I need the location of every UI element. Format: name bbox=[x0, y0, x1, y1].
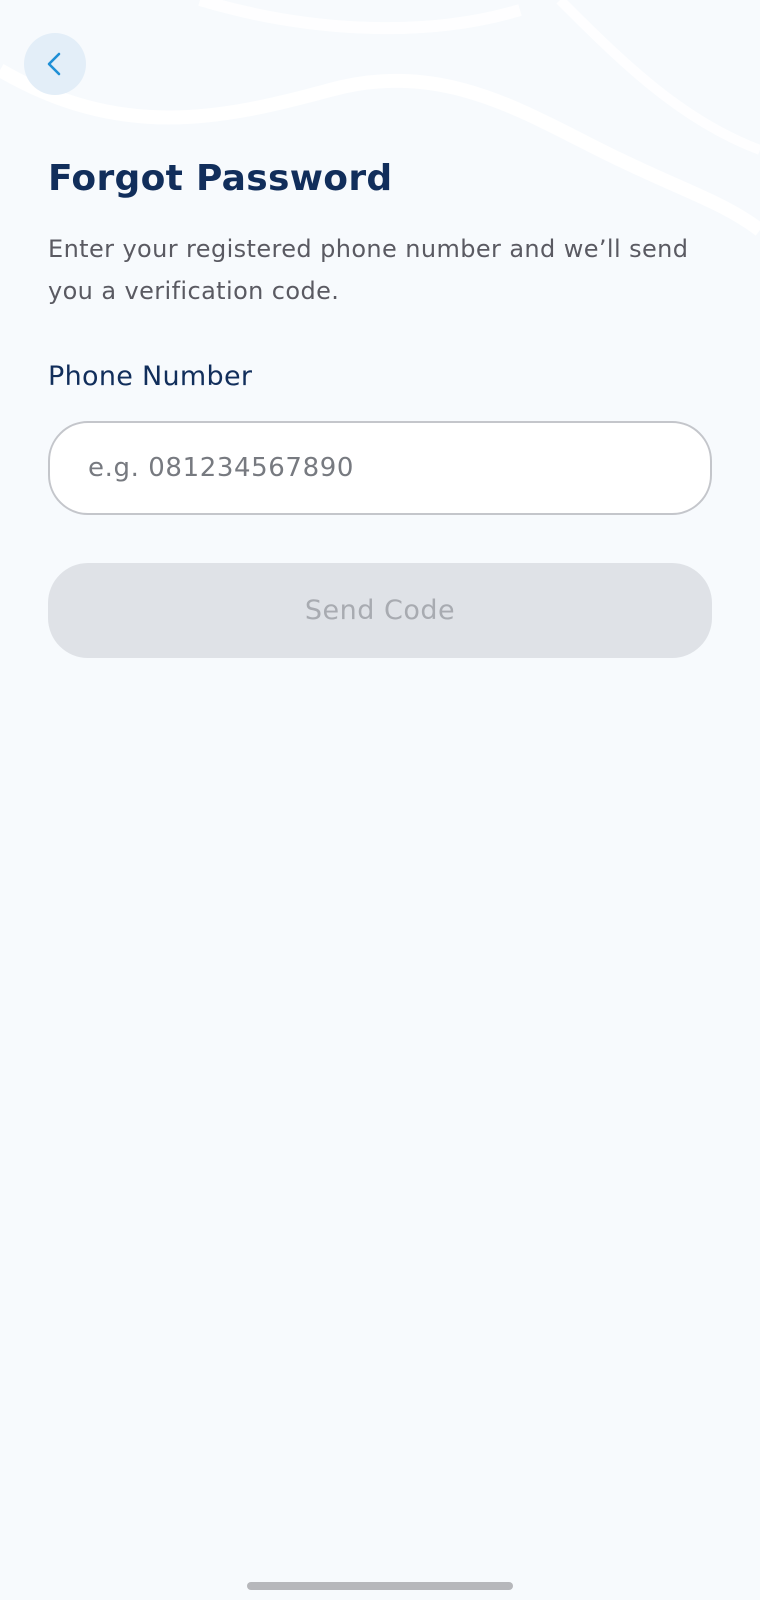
phone-number-label: Phone Number bbox=[48, 361, 253, 392]
back-button[interactable] bbox=[24, 33, 86, 95]
chevron-left-icon bbox=[47, 52, 61, 76]
page-title: Forgot Password bbox=[48, 158, 393, 199]
page-subtitle: Enter your registered phone number and w… bbox=[48, 235, 689, 305]
phone-number-input[interactable] bbox=[48, 421, 712, 515]
send-code-button[interactable]: Send Code bbox=[48, 563, 712, 658]
background-wave-decoration bbox=[0, 0, 760, 236]
home-indicator bbox=[247, 1582, 513, 1590]
